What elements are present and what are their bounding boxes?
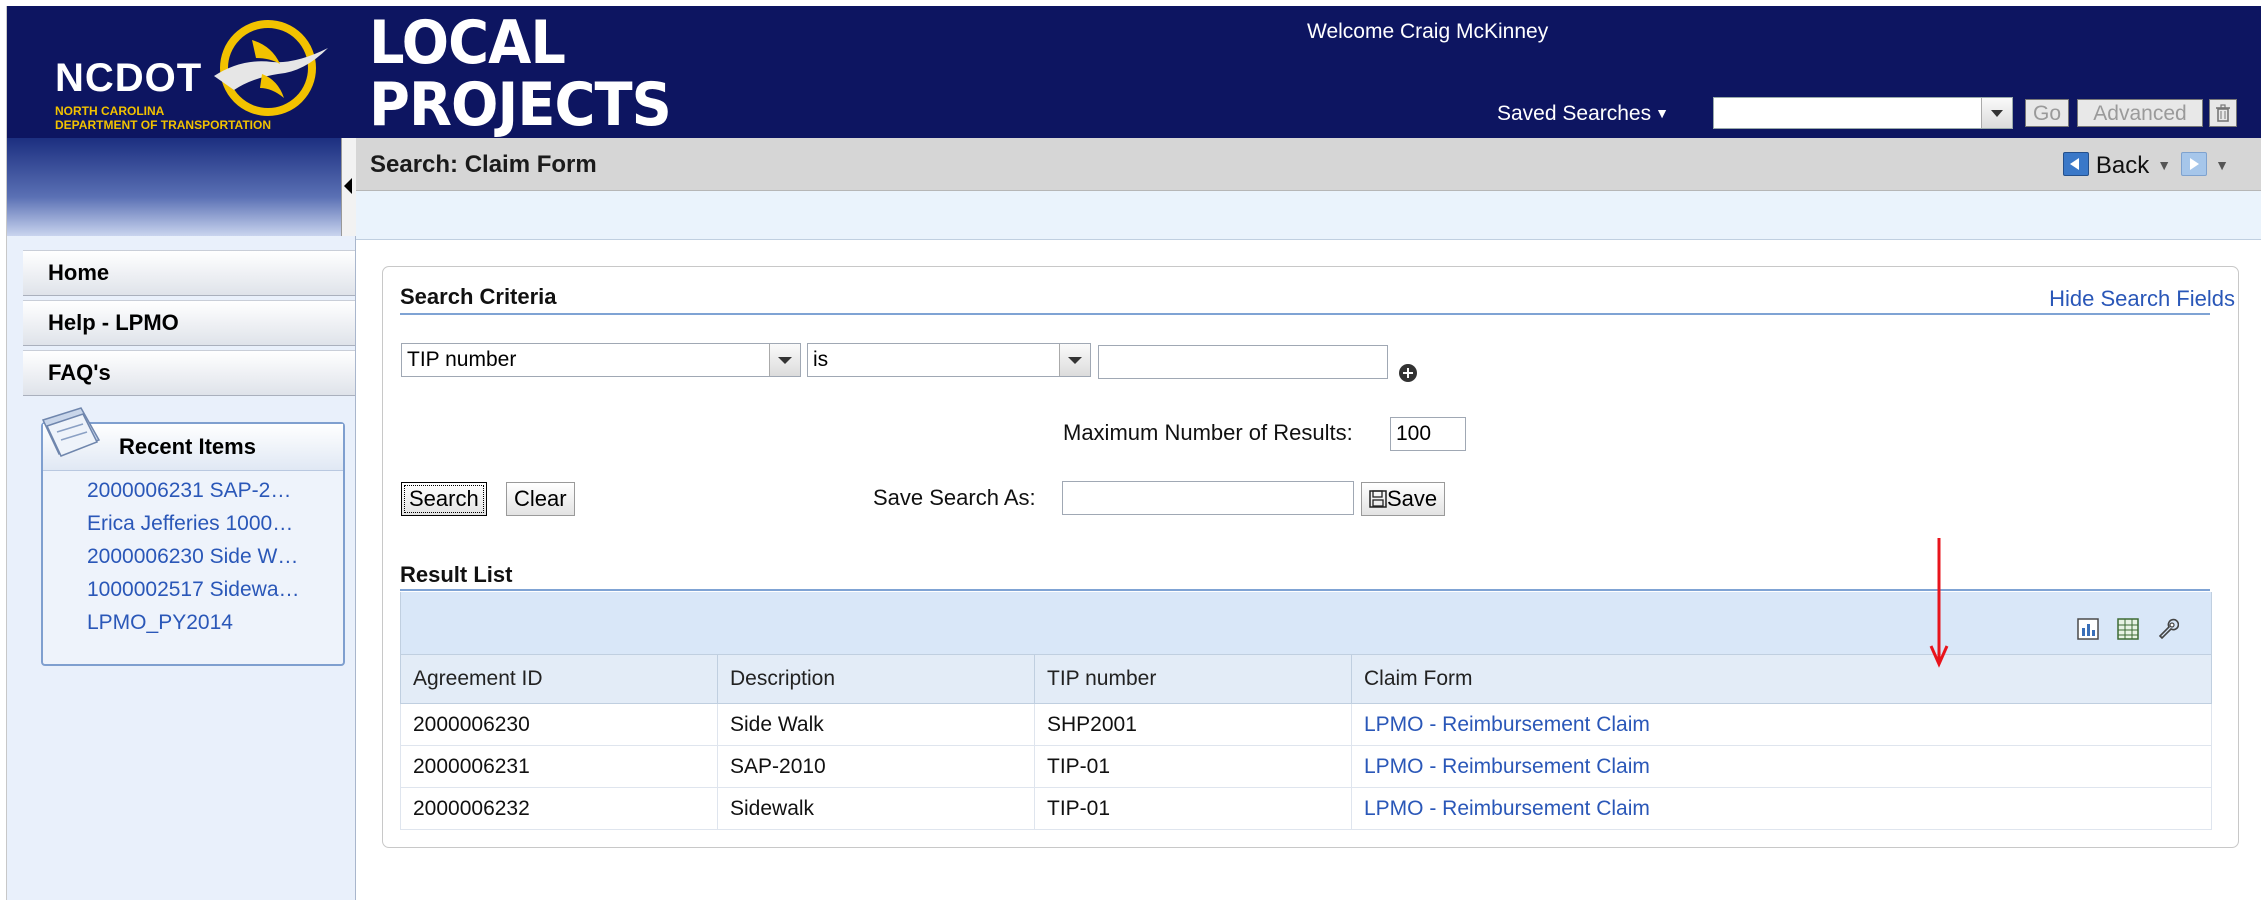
dropdown-arrow-icon[interactable]: [1059, 344, 1090, 376]
recent-items-title: Recent Items: [119, 434, 256, 459]
settings-wrench-icon[interactable]: [2157, 618, 2179, 640]
column-header-claim-form[interactable]: Claim Form: [1351, 654, 2212, 704]
saved-searches-label: Saved Searches: [1497, 102, 1652, 125]
table-row: 2000006230 Side Walk SHP2001 LPMO - Reim…: [400, 703, 2212, 746]
search-button[interactable]: Search: [401, 482, 487, 516]
dropdown-arrow-icon[interactable]: [1981, 98, 2012, 128]
forward-history-dropdown-icon[interactable]: ▼: [2215, 157, 2229, 173]
annotation-arrow-icon: [1929, 538, 1949, 668]
claim-form-link[interactable]: LPMO - Reimbursement Claim: [1364, 713, 1650, 736]
forward-icon[interactable]: [2181, 152, 2208, 176]
cell-tip-number: SHP2001: [1034, 703, 1352, 746]
save-search-as-input[interactable]: [1062, 481, 1354, 515]
history-navigation: Back ▼ ▼: [2063, 152, 2239, 180]
column-header-agreement-id[interactable]: Agreement ID: [400, 654, 718, 704]
recent-item[interactable]: LPMO_PY2014: [87, 606, 337, 639]
page-title: Search: Claim Form: [370, 151, 597, 178]
result-list-title: Result List: [400, 562, 513, 587]
brand-name: NCDOT: [55, 56, 203, 100]
criteria-operator-value: is: [813, 348, 829, 371]
criteria-operator-select[interactable]: is: [807, 343, 1091, 377]
criteria-field-value: TIP number: [407, 348, 517, 371]
advanced-button[interactable]: Advanced: [2077, 99, 2203, 127]
caret-down-icon: ▼: [1655, 105, 1669, 121]
search-criteria-title: Search Criteria: [400, 284, 557, 309]
save-disk-icon: [1369, 490, 1387, 508]
trash-icon[interactable]: [2209, 99, 2237, 127]
back-button[interactable]: Back: [2096, 152, 2149, 179]
cell-description: SAP-2010: [717, 745, 1035, 788]
cell-description: Side Walk: [717, 703, 1035, 746]
save-search-as-label: Save Search As:: [873, 485, 1036, 510]
result-table: Agreement ID Description TIP number Clai…: [400, 654, 2212, 830]
ncdot-logo-icon: [214, 20, 328, 116]
column-header-tip-number[interactable]: TIP number: [1034, 654, 1352, 704]
recent-items-panel: Recent Items 2000006231 SAP-2… Erica Jef…: [41, 407, 345, 666]
save-button-label: Save: [1387, 486, 1438, 511]
saved-searches-menu[interactable]: Saved Searches ▼: [1497, 102, 1669, 126]
left-sidebar: Home Help - LPMO FAQ's Recent Items 2000…: [7, 138, 356, 900]
criteria-field-select[interactable]: TIP number: [401, 343, 801, 377]
search-criteria-divider: [400, 313, 2210, 315]
brand-subtitle-line2: DEPARTMENT OF TRANSPORTATION: [55, 118, 271, 132]
cell-agreement-id: 2000006230: [400, 703, 718, 746]
recent-item[interactable]: 2000006231 SAP-2…: [87, 474, 337, 507]
table-row: 2000006231 SAP-2010 TIP-01 LPMO - Reimbu…: [400, 745, 2212, 788]
claim-form-link[interactable]: LPMO - Reimbursement Claim: [1364, 755, 1650, 778]
clear-button[interactable]: Clear: [506, 482, 575, 516]
app-title-line1: LOCAL: [369, 8, 566, 78]
recent-item[interactable]: 2000006230 Side W…: [87, 540, 337, 573]
cell-agreement-id: 2000006232: [400, 787, 718, 830]
app-title-line2: PROJECTS: [369, 70, 672, 140]
app-window: NCDOT NORTH CAROLINA DEPARTMENT OF TRANS…: [6, 6, 2261, 900]
go-button[interactable]: Go: [2025, 99, 2069, 127]
page-toolbar: [356, 191, 2261, 240]
page-title-bar: Search: Claim Form Back ▼ ▼: [356, 138, 2261, 191]
cell-tip-number: TIP-01: [1034, 745, 1352, 788]
recent-items-list: 2000006231 SAP-2… Erica Jefferies 1000… …: [87, 474, 337, 639]
sidebar-item-faqs[interactable]: FAQ's: [23, 350, 355, 396]
column-header-description[interactable]: Description: [717, 654, 1035, 704]
cell-claim-form: LPMO - Reimbursement Claim: [1351, 787, 2212, 830]
cell-claim-form: LPMO - Reimbursement Claim: [1351, 745, 2212, 788]
save-button[interactable]: Save: [1361, 482, 1446, 516]
cell-agreement-id: 2000006231: [400, 745, 718, 788]
ncdot-brand[interactable]: NCDOT NORTH CAROLINA DEPARTMENT OF TRANS…: [7, 6, 347, 138]
dropdown-arrow-icon[interactable]: [769, 344, 800, 376]
add-criteria-icon[interactable]: [1399, 364, 1417, 382]
back-icon[interactable]: [2063, 152, 2090, 176]
recent-items-icon: [41, 407, 101, 457]
recent-item[interactable]: Erica Jefferies 1000…: [87, 507, 337, 540]
recent-items-header: Recent Items: [41, 407, 343, 471]
sidebar-item-help-lpmo[interactable]: Help - LPMO: [23, 300, 355, 346]
collapse-sidebar-icon[interactable]: [341, 138, 356, 236]
cell-description: Sidewalk: [717, 787, 1035, 830]
hide-search-fields-link[interactable]: Hide Search Fields: [2049, 286, 2235, 312]
recent-item[interactable]: 1000002517 Sidewa…: [87, 573, 337, 606]
cell-tip-number: TIP-01: [1034, 787, 1352, 830]
claim-form-link[interactable]: LPMO - Reimbursement Claim: [1364, 797, 1650, 820]
spreadsheet-icon[interactable]: [2117, 618, 2139, 640]
saved-search-select[interactable]: [1713, 97, 2013, 129]
table-row: 2000006232 Sidewalk TIP-01 LPMO - Reimbu…: [400, 787, 2212, 830]
sidebar-banner: [7, 138, 341, 236]
app-title: LOCAL PROJECTS: [369, 8, 672, 140]
criteria-value-input[interactable]: [1098, 345, 1388, 379]
cell-claim-form: LPMO - Reimbursement Claim: [1351, 703, 2212, 746]
max-results-label: Maximum Number of Results:: [1063, 420, 1353, 445]
chart-icon[interactable]: [2077, 618, 2099, 640]
welcome-message: Welcome Craig McKinney: [1307, 20, 1549, 43]
header-bar: NCDOT NORTH CAROLINA DEPARTMENT OF TRANS…: [7, 6, 2261, 138]
main-content: Search: Claim Form Back ▼ ▼ Search Criteri…: [356, 138, 2261, 900]
back-history-dropdown-icon[interactable]: ▼: [2157, 157, 2171, 173]
max-results-input[interactable]: 100: [1390, 417, 1466, 451]
sidebar-item-home[interactable]: Home: [23, 250, 355, 296]
